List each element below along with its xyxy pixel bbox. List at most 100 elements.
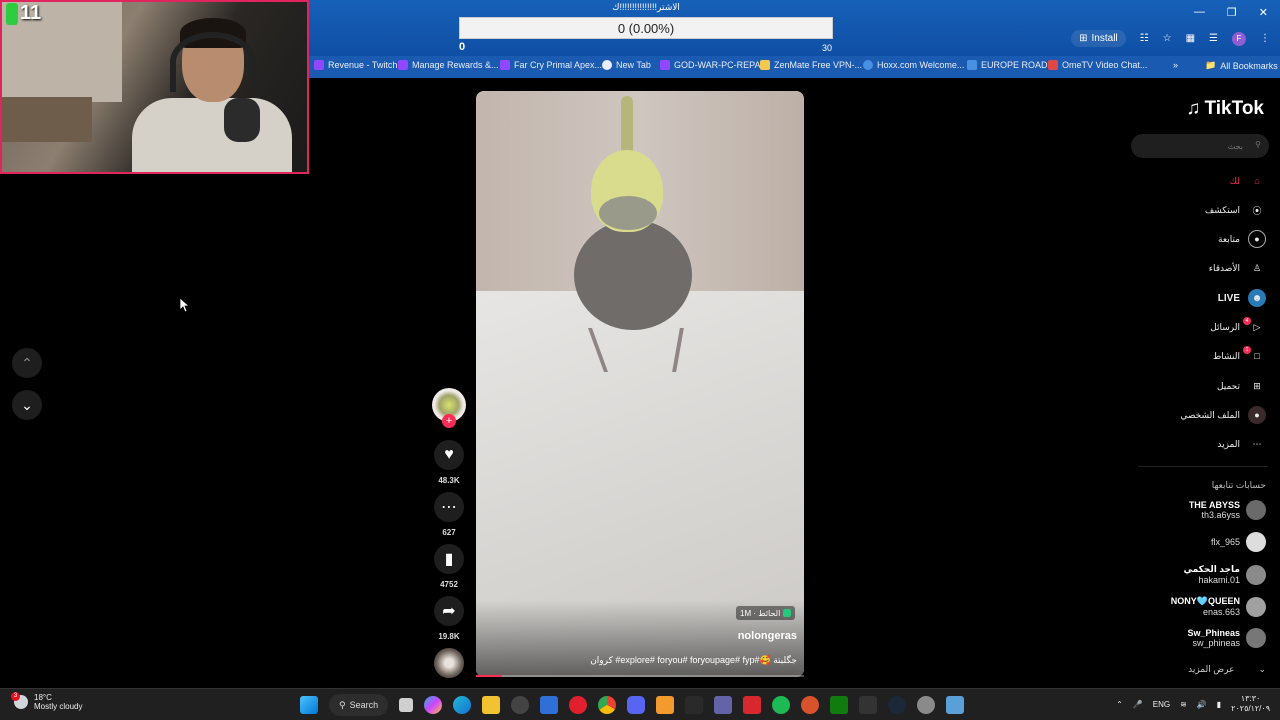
chevron-up-icon: ⌃ <box>21 354 33 371</box>
bookmark-item[interactable]: Manage Rewards &... <box>398 60 499 70</box>
nav-messages[interactable]: الرسائل ▷ <box>1210 318 1266 336</box>
discord-icon[interactable] <box>627 696 646 714</box>
steam-icon[interactable] <box>888 696 907 714</box>
media-control-icon[interactable]: ☰ <box>1209 33 1218 44</box>
account-handle: enas.663 <box>1202 607 1240 617</box>
weather-badge: 3 <box>11 692 20 701</box>
language-indicator[interactable]: ENG <box>1153 700 1170 709</box>
nav-more[interactable]: المزيد ⋯ <box>1217 435 1266 453</box>
chrome-icon[interactable] <box>598 696 617 714</box>
following-account[interactable]: THE ABYSS th3.a6yss <box>1189 500 1266 520</box>
bookmark-item[interactable]: EUROPE ROADS <box>967 60 1054 70</box>
bookmark-item[interactable]: Far Cry Primal Apex... <box>500 60 602 70</box>
search-icon[interactable]: ⚲ <box>1255 140 1261 149</box>
video-tag[interactable]: 1M · الحائط <box>736 606 796 620</box>
follow-plus-icon[interactable]: + <box>442 414 456 428</box>
close-icon[interactable]: ✕ <box>1259 6 1268 19</box>
video-author[interactable]: nolongeras <box>738 630 797 642</box>
video-tag-label: 1M · الحائط <box>740 608 781 618</box>
profile-avatar[interactable]: F <box>1232 31 1246 46</box>
battery-icon[interactable]: ▮ <box>1217 700 1221 709</box>
app-icon[interactable] <box>656 696 675 714</box>
bookmark-item[interactable]: GOD-WAR-PC-REPA... <box>660 60 768 70</box>
wifi-icon[interactable]: ≋ <box>1180 700 1187 709</box>
following-header: حسابات تتابعها <box>1211 480 1266 490</box>
nav-live[interactable]: LIVE ☻ <box>1218 289 1266 307</box>
video-progress[interactable] <box>476 675 804 677</box>
search-icon: ⚲ <box>339 699 346 710</box>
hoxx-icon <box>863 60 873 70</box>
nav-upload[interactable]: تحميل ⊞ <box>1217 377 1266 395</box>
bookmark-label: OmeTV Video Chat... <box>1062 60 1148 70</box>
xbox-icon[interactable] <box>830 696 849 714</box>
search-placeholder: بحث <box>1227 141 1243 151</box>
previous-video-button[interactable]: ⌃ <box>12 348 42 378</box>
opera-icon[interactable] <box>569 696 588 714</box>
bookmark-item[interactable]: OmeTV Video Chat... <box>1048 60 1147 70</box>
nav-friends[interactable]: الأصدقاء ♙ <box>1209 259 1266 277</box>
account-name: NONY🩵QUEEN <box>1170 596 1240 606</box>
file-explorer-icon[interactable] <box>482 696 501 714</box>
nav-label: استكشف <box>1204 204 1240 215</box>
microphone-icon <box>224 98 260 142</box>
windows-start-icon[interactable] <box>300 696 318 714</box>
music-disc-icon[interactable] <box>434 648 464 678</box>
store-icon[interactable] <box>540 696 559 714</box>
sidebar-divider <box>1138 466 1268 467</box>
clock[interactable]: ١٣:٣٠ ٢٠٢٥/١٢/٠٩ <box>1231 694 1270 714</box>
bookmark-item[interactable]: Revenue - Twitch <box>314 60 397 70</box>
bookmark-item[interactable]: ZenMate Free VPN-... <box>760 60 862 70</box>
volume-icon[interactable]: 🔊 <box>1197 700 1207 709</box>
nav-following[interactable]: متابعة ● <box>1218 230 1266 248</box>
teams-icon[interactable] <box>714 696 733 714</box>
spotify-icon[interactable] <box>772 696 791 714</box>
extensions-icon[interactable]: ▦ <box>1186 33 1195 44</box>
nav-activity[interactable]: النشاط □ <box>1213 347 1266 365</box>
menu-icon[interactable]: ⋮ <box>1260 33 1270 44</box>
chevron-up-icon[interactable]: ⌃ <box>1116 700 1123 709</box>
app-icon[interactable] <box>743 696 762 714</box>
following-account[interactable]: flx_965 <box>1211 532 1266 552</box>
all-bookmarks[interactable]: 📁 All Bookmarks <box>1205 60 1278 71</box>
goal-max: 30 <box>822 43 833 53</box>
share-button[interactable]: ➦ <box>434 596 464 626</box>
maximize-icon[interactable]: ❐ <box>1227 6 1237 19</box>
following-account[interactable]: Sw_Phineas sw_phineas <box>1187 628 1266 648</box>
edge-icon[interactable] <box>453 696 472 714</box>
comment-button[interactable]: ⋯ <box>434 492 464 522</box>
star-icon[interactable]: ☆ <box>1163 33 1172 44</box>
install-button[interactable]: ⊞ Install <box>1071 30 1126 47</box>
bookmarks-overflow-icon[interactable]: » <box>1173 60 1178 70</box>
settings-icon[interactable] <box>917 696 936 714</box>
bookmark-item[interactable]: New Tab <box>602 60 651 70</box>
next-video-button[interactable]: ⌄ <box>12 390 42 420</box>
like-button[interactable]: ♥ <box>434 440 464 470</box>
task-view-icon[interactable] <box>399 698 414 712</box>
nav-profile[interactable]: الملف الشخصي ● <box>1180 406 1266 424</box>
epic-games-icon[interactable] <box>685 696 704 714</box>
app-icon[interactable] <box>801 696 820 714</box>
copilot-icon[interactable] <box>424 696 443 714</box>
weather-widget[interactable]: 3 18°C Mostly cloudy <box>11 692 82 711</box>
save-button[interactable]: ▮ <box>434 544 464 574</box>
github-icon[interactable] <box>511 696 530 714</box>
see-more-button[interactable]: عرض المزيد ⌄ <box>1188 664 1266 675</box>
bird-cheek <box>599 196 657 230</box>
bookmark-item[interactable]: Hoxx.com Welcome... <box>863 60 964 70</box>
following-account[interactable]: ماجد الحكمي hakami.01 <box>1184 564 1266 585</box>
nav-for-you[interactable]: لك ⌂ <box>1230 172 1266 190</box>
taskbar-search[interactable]: ⚲ Search <box>329 694 389 716</box>
search-input[interactable]: بحث ⚲ <box>1131 134 1269 158</box>
avatar <box>1246 500 1266 520</box>
webcam-overlay <box>0 0 309 174</box>
nav-explore[interactable]: استكشف ⦿ <box>1205 201 1266 219</box>
app-icon[interactable] <box>946 696 965 714</box>
minimize-icon[interactable]: — <box>1194 6 1205 19</box>
cam-counter-value: 11 <box>20 2 42 24</box>
epic-games-icon[interactable] <box>859 696 878 714</box>
following-account[interactable]: NONY🩵QUEEN enas.663 <box>1171 596 1266 617</box>
microphone-icon[interactable]: 🎤 <box>1133 700 1143 709</box>
goal-min: 0 <box>459 41 466 53</box>
tiktok-logo[interactable]: ♫ TikTok <box>1186 98 1264 120</box>
translate-icon[interactable]: ☷ <box>1140 33 1149 44</box>
